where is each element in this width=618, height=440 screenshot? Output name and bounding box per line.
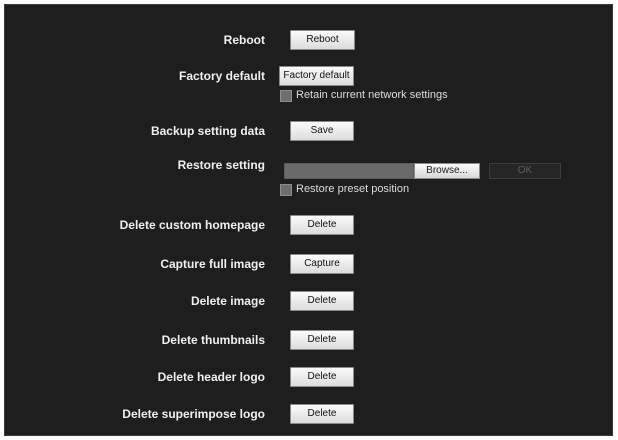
capture-full-image-label: Capture full image	[160, 257, 265, 271]
save-button[interactable]: Save	[290, 121, 354, 141]
restore-preset-position-checkbox[interactable]	[280, 184, 292, 196]
delete-header-logo-button[interactable]: Delete	[290, 367, 354, 387]
delete-image-row: Delete image Delete	[5, 291, 612, 315]
retain-network-settings-checkbox[interactable]	[280, 90, 292, 102]
maintenance-panel: Reboot Reboot Factory default Factory de…	[4, 4, 613, 436]
delete-custom-homepage-row: Delete custom homepage Delete	[5, 215, 612, 239]
delete-superimpose-logo-button[interactable]: Delete	[290, 404, 354, 424]
delete-custom-homepage-button[interactable]: Delete	[290, 215, 354, 235]
delete-custom-homepage-label: Delete custom homepage	[119, 218, 265, 232]
backup-row: Backup setting data Save	[5, 121, 612, 145]
reboot-row: Reboot Reboot	[5, 30, 612, 54]
delete-superimpose-logo-row: Delete superimpose logo Delete	[5, 404, 612, 428]
delete-image-button[interactable]: Delete	[290, 291, 354, 311]
reboot-label: Reboot	[223, 33, 265, 47]
delete-thumbnails-button[interactable]: Delete	[290, 330, 354, 350]
backup-label: Backup setting data	[150, 124, 265, 138]
restore-file-input[interactable]	[284, 163, 414, 179]
reboot-button[interactable]: Reboot	[290, 30, 355, 50]
capture-button[interactable]: Capture	[290, 254, 354, 274]
factory-default-label: Factory default	[178, 69, 265, 83]
browse-button[interactable]: Browse...	[414, 163, 480, 179]
delete-superimpose-logo-label: Delete superimpose logo	[122, 407, 265, 421]
factory-default-button[interactable]: Factory default	[279, 66, 354, 86]
retain-network-settings-label: Retain current network settings	[296, 89, 448, 101]
restore-label: Restore setting	[177, 158, 265, 172]
delete-header-logo-row: Delete header logo Delete	[5, 367, 612, 391]
delete-header-logo-label: Delete header logo	[157, 370, 265, 384]
delete-thumbnails-label: Delete thumbnails	[161, 333, 265, 347]
ok-button[interactable]: OK	[489, 163, 561, 179]
capture-full-image-row: Capture full image Capture	[5, 254, 612, 278]
factory-default-row: Factory default Factory default	[5, 66, 612, 90]
delete-thumbnails-row: Delete thumbnails Delete	[5, 330, 612, 354]
restore-preset-position-label: Restore preset position	[296, 183, 410, 195]
delete-image-label: Delete image	[190, 294, 265, 308]
